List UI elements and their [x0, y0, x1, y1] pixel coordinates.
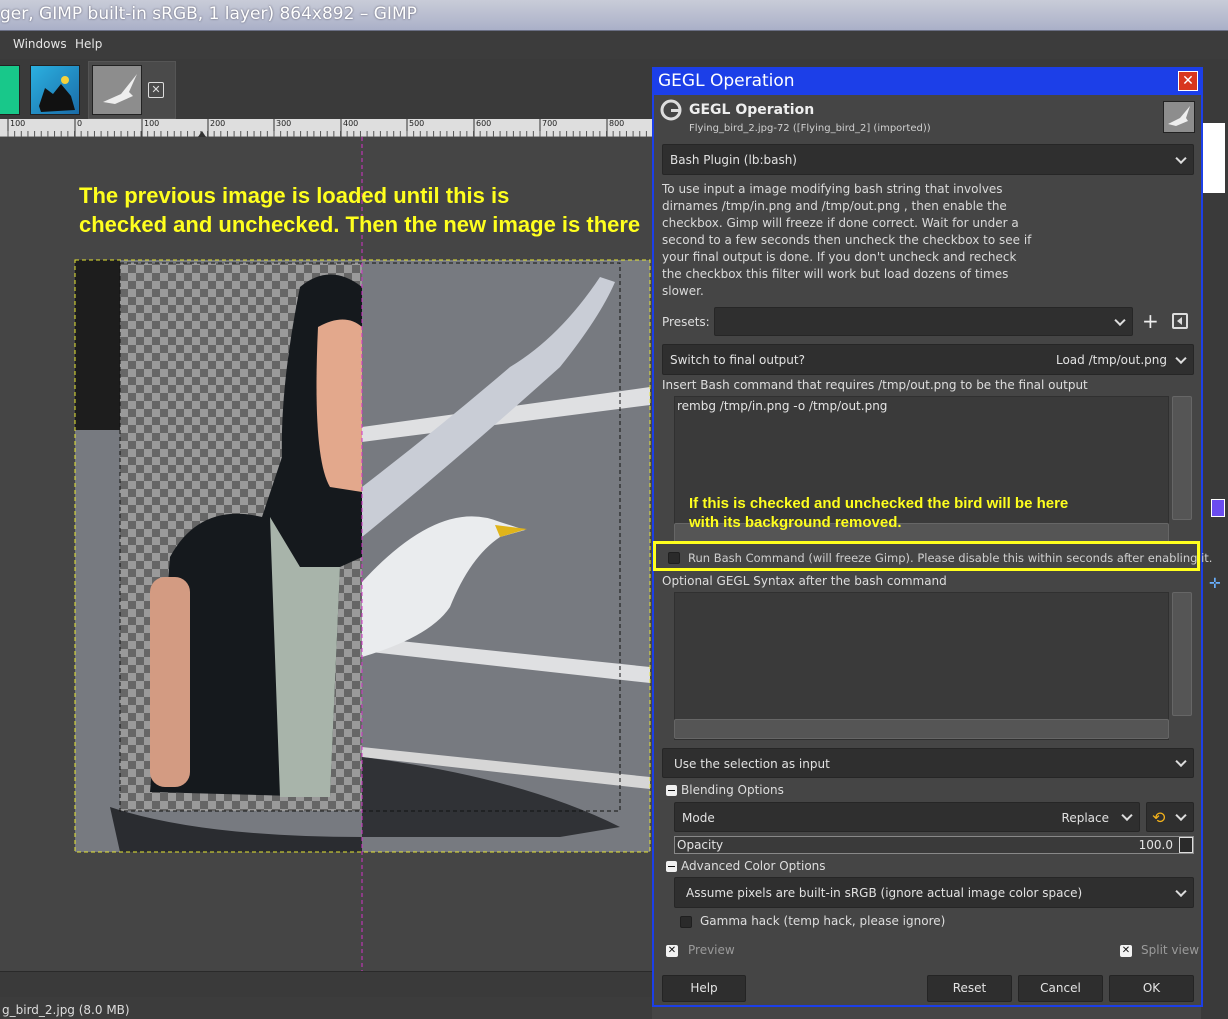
status-text: g_bird_2.jpg (8.0 MB) [2, 1003, 130, 1017]
operation-dropdown[interactable]: Bash Plugin (lb:bash) [662, 144, 1194, 175]
move-icon[interactable]: ✛ [1209, 576, 1225, 592]
bird-thumbnail-icon [103, 74, 137, 104]
description-line: your final output is done. If you don't … [662, 250, 1017, 264]
dock-preview [1203, 123, 1225, 193]
annotation-top-line1: The previous image is loaded until this … [79, 183, 510, 208]
horizontal-ruler: 100 0 100 200 300 400 500 600 700 800 [0, 119, 652, 137]
image-tab-green[interactable] [0, 65, 20, 115]
ruler-ticks [7, 119, 647, 137]
color-space-value: Assume pixels are built-in sRGB (ignore … [686, 886, 1083, 900]
collapse-blending-icon[interactable] [666, 785, 677, 796]
add-preset-icon[interactable]: + [1142, 310, 1162, 332]
opacity-spin-button[interactable] [1179, 837, 1193, 853]
dock-color-icon[interactable] [1211, 499, 1225, 517]
annotation-top: The previous image is loaded until this … [79, 181, 640, 239]
switch-output-dropdown[interactable]: Switch to final output? Load /tmp/out.pn… [662, 344, 1194, 375]
description-line: slower. [662, 284, 704, 298]
opacity-label: Opacity [677, 838, 724, 852]
chevron-down-icon [1175, 755, 1187, 768]
opacity-fill [675, 837, 1193, 853]
menu-bar: Windows Help [0, 31, 1228, 59]
canvas-image [74, 137, 651, 971]
preset-menu-icon[interactable] [1172, 313, 1188, 329]
image-tab-cat[interactable] [30, 65, 80, 115]
advanced-color-label[interactable]: Advanced Color Options [681, 859, 826, 873]
bash-command-label: Insert Bash command that requires /tmp/o… [662, 378, 1088, 392]
presets-dropdown[interactable] [714, 307, 1133, 336]
optional-hscrollbar[interactable] [674, 719, 1169, 739]
gamma-hack-checkbox[interactable] [680, 916, 692, 928]
menu-help[interactable]: Help [75, 37, 102, 51]
switch-output-value: Load /tmp/out.png [1055, 353, 1167, 367]
blending-options-label[interactable]: Blending Options [681, 783, 784, 797]
opacity-value: 100.0 [1138, 838, 1173, 852]
composite-icon: ⟲ [1152, 808, 1166, 827]
selection-input-dropdown[interactable]: Use the selection as input [662, 748, 1194, 778]
dialog-title: GEGL Operation [658, 71, 795, 91]
chevron-down-icon [1175, 885, 1187, 897]
header-title: GEGL Operation [689, 102, 815, 118]
opacity-slider[interactable]: Opacity 100.0 [674, 836, 1194, 854]
help-button[interactable]: Help [662, 975, 746, 1002]
dialog-titlebar: GEGL Operation ✕ [654, 69, 1201, 95]
ok-button[interactable]: OK [1109, 975, 1194, 1002]
presets-label: Presets: [662, 315, 710, 329]
gamma-hack-label: Gamma hack (temp hack, please ignore) [700, 914, 946, 928]
description: To use input a image modifying bash stri… [662, 181, 1194, 300]
operation-value: Bash Plugin (lb:bash) [670, 153, 797, 167]
preview-label: Preview [688, 943, 735, 957]
selection-input-value: Use the selection as input [674, 757, 830, 771]
split-view-checkbox[interactable]: ✕ [1120, 945, 1132, 957]
switch-output-label: Switch to final output? [670, 353, 805, 367]
gegl-dialog: GEGL Operation ✕ GEGL Operation Flying_b… [652, 67, 1212, 1007]
split-view-label: Split view [1141, 943, 1200, 957]
close-icon[interactable]: ✕ [1178, 71, 1198, 91]
optional-gegl-label: Optional GEGL Syntax after the bash comm… [662, 574, 947, 588]
chevron-down-icon [1114, 314, 1126, 326]
run-bash-label: Run Bash Command (will freeze Gimp). Ple… [688, 551, 1213, 565]
mode-dropdown[interactable]: Mode Replace [674, 802, 1140, 832]
horizontal-scrollbar[interactable] [0, 971, 652, 997]
dock-strip: ✛ [1201, 59, 1228, 1019]
chevron-down-icon [1175, 809, 1187, 822]
description-line: second to a few seconds then uncheck the… [662, 233, 1032, 247]
optional-vscrollbar[interactable] [1172, 592, 1192, 716]
mode-label: Mode [682, 811, 715, 825]
run-bash-checkbox[interactable] [668, 552, 680, 564]
chevron-down-icon [1121, 809, 1133, 822]
description-line: checkbox. Gimp will freeze if done corre… [662, 216, 1019, 230]
window-titlebar: ger, GIMP built-in sRGB, 1 layer) 864x89… [0, 0, 1228, 31]
image-canvas[interactable]: The previous image is loaded until this … [0, 137, 652, 971]
preview-checkbox[interactable]: ✕ [666, 945, 678, 957]
gegl-logo-icon [660, 99, 682, 121]
annotation-bird-line1: If this is checked and unchecked the bir… [689, 495, 1069, 512]
annotation-bird-line2: with its background removed. [689, 514, 902, 531]
description-line: dirnames /tmp/in.png and /tmp/out.png , … [662, 199, 1007, 213]
status-bar: g_bird_2.jpg (8.0 MB) [0, 997, 652, 1019]
description-line: the checkbox this filter will work but l… [662, 267, 1009, 281]
menu-windows[interactable]: Windows [13, 37, 67, 51]
cancel-button[interactable]: Cancel [1018, 975, 1103, 1002]
image-tab-active[interactable]: ✕ [88, 61, 176, 119]
bash-command-value: rembg /tmp/in.png -o /tmp/out.png [677, 399, 888, 413]
chevron-down-icon [1175, 352, 1187, 364]
chevron-down-icon [1175, 152, 1187, 164]
annotation-top-line2: checked and unchecked. Then the new imag… [79, 212, 641, 237]
cat-thumbnail-icon [39, 76, 75, 112]
description-line: To use input a image modifying bash stri… [662, 182, 1003, 196]
image-preview-thumbnail [1163, 101, 1195, 133]
color-space-dropdown[interactable]: Assume pixels are built-in sRGB (ignore … [674, 877, 1194, 908]
collapse-advanced-icon[interactable] [666, 861, 677, 872]
bird-thumbnail [92, 65, 142, 115]
window-title: ger, GIMP built-in sRGB, 1 layer) 864x89… [0, 4, 417, 24]
annotation-bird: If this is checked and unchecked the bir… [689, 494, 1068, 532]
composite-mode-dropdown[interactable]: ⟲ [1146, 802, 1194, 832]
optional-gegl-textarea[interactable] [674, 592, 1169, 740]
bash-vscrollbar[interactable] [1172, 396, 1192, 520]
reset-button[interactable]: Reset [927, 975, 1012, 1002]
header-subtitle: Flying_bird_2.jpg-72 ([Flying_bird_2] (i… [689, 123, 931, 134]
mode-value: Replace [1061, 811, 1109, 825]
close-tab-icon[interactable]: ✕ [148, 82, 164, 98]
